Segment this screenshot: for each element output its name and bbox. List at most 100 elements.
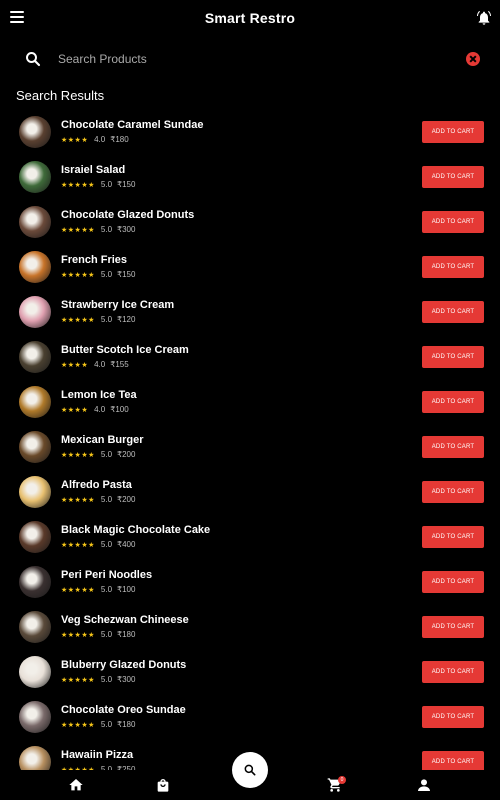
results-list[interactable]: Chocolate Caramel Sundae ★★★★ 4.0 ₹ 180 …: [0, 110, 500, 770]
rating-stars: ★★★★: [61, 136, 89, 144]
product-thumbnail: [19, 251, 51, 283]
search-input[interactable]: [56, 51, 466, 67]
add-to-cart-button[interactable]: ADD TO CART: [422, 436, 484, 458]
rating-stars: ★★★★★: [61, 451, 95, 459]
product-price: 400: [122, 540, 136, 549]
rating-value: 5.0: [100, 225, 113, 234]
product-row[interactable]: Chocolate Oreo Sundae ★★★★★ 5.0 ₹ 180 AD…: [0, 695, 500, 740]
search-fab-button[interactable]: [232, 752, 268, 788]
rating-stars: ★★★★★: [61, 181, 95, 189]
product-price: 120: [122, 315, 136, 324]
add-to-cart-button[interactable]: ADD TO CART: [422, 166, 484, 188]
product-name: Chocolate Oreo Sundae: [61, 704, 186, 716]
product-row[interactable]: Chocolate Caramel Sundae ★★★★ 4.0 ₹ 180 …: [0, 110, 500, 155]
notification-bell-icon[interactable]: [476, 9, 492, 27]
rating-stars: ★★★★★: [61, 676, 95, 684]
rating-value: 4.0: [94, 360, 106, 369]
rating-stars: ★★★★★: [61, 226, 95, 234]
product-price: 150: [122, 270, 136, 279]
cart-badge: 0: [338, 776, 346, 784]
shopping-bag-icon[interactable]: [155, 777, 171, 793]
product-thumbnail: [19, 656, 51, 688]
rating-stars: ★★★★: [61, 361, 89, 369]
add-to-cart-button[interactable]: ADD TO CART: [422, 121, 484, 143]
search-icon: [26, 52, 41, 67]
product-row[interactable]: French Fries ★★★★★ 5.0 ₹ 150 ADD TO CART: [0, 245, 500, 290]
product-row[interactable]: Black Magic Chocolate Cake ★★★★★ 5.0 ₹ 4…: [0, 515, 500, 560]
product-row[interactable]: Peri Peri Noodles ★★★★★ 5.0 ₹ 100 ADD TO…: [0, 560, 500, 605]
add-to-cart-button[interactable]: ADD TO CART: [422, 301, 484, 323]
product-price: 155: [115, 360, 129, 369]
rating-stars: ★★★★★: [61, 271, 95, 279]
product-price: 100: [122, 585, 136, 594]
add-to-cart-button[interactable]: ADD TO CART: [422, 706, 484, 728]
product-name: Chocolate Caramel Sundae: [61, 119, 204, 131]
menu-icon[interactable]: [10, 11, 24, 23]
product-thumbnail: [19, 296, 51, 328]
add-to-cart-button[interactable]: ADD TO CART: [422, 256, 484, 278]
rating-value: 5.0: [100, 180, 113, 189]
product-price: 180: [115, 135, 129, 144]
product-thumbnail: [19, 161, 51, 193]
product-name: Lemon Ice Tea: [61, 389, 137, 401]
home-icon[interactable]: [68, 777, 84, 793]
add-to-cart-button[interactable]: ADD TO CART: [422, 481, 484, 503]
product-name: French Fries: [61, 254, 128, 266]
product-row[interactable]: Veg Schezwan Chineese ★★★★★ 5.0 ₹ 180 AD…: [0, 605, 500, 650]
clear-search-icon[interactable]: [466, 52, 480, 66]
product-row[interactable]: Butter Scotch Ice Cream ★★★★ 4.0 ₹ 155 A…: [0, 335, 500, 380]
product-name: Chocolate Glazed Donuts: [61, 209, 195, 221]
product-name: Veg Schezwan Chineese: [61, 614, 189, 626]
product-thumbnail: [19, 206, 51, 238]
rating-value: 4.0: [94, 405, 106, 414]
add-to-cart-button[interactable]: ADD TO CART: [422, 751, 484, 770]
rating-value: 5.0: [100, 315, 113, 324]
search-icon: [244, 764, 256, 776]
product-price: 300: [122, 675, 136, 684]
add-to-cart-button[interactable]: ADD TO CART: [422, 571, 484, 593]
profile-icon[interactable]: [416, 777, 432, 793]
product-thumbnail: [19, 566, 51, 598]
product-row[interactable]: Chocolate Glazed Donuts ★★★★★ 5.0 ₹ 300 …: [0, 200, 500, 245]
product-row[interactable]: Lemon Ice Tea ★★★★ 4.0 ₹ 100 ADD TO CART: [0, 380, 500, 425]
product-name: Peri Peri Noodles: [61, 569, 153, 581]
add-to-cart-button[interactable]: ADD TO CART: [422, 661, 484, 683]
product-row[interactable]: Mexican Burger ★★★★★ 5.0 ₹ 200 ADD TO CA…: [0, 425, 500, 470]
rating-value: 5.0: [100, 450, 113, 459]
rating-value: 5.0: [100, 585, 113, 594]
app-title: Smart Restro: [204, 10, 296, 26]
product-row[interactable]: Strawberry Ice Cream ★★★★★ 5.0 ₹ 120 ADD…: [0, 290, 500, 335]
product-name: Israiel Salad: [61, 164, 126, 176]
product-row[interactable]: Alfredo Pasta ★★★★★ 5.0 ₹ 200 ADD TO CAR…: [0, 470, 500, 515]
product-row[interactable]: Bluberry Glazed Donuts ★★★★★ 5.0 ₹ 300 A…: [0, 650, 500, 695]
product-thumbnail: [19, 476, 51, 508]
product-thumbnail: [19, 386, 51, 418]
app-bar: Smart Restro: [0, 0, 500, 36]
rating-value: 5.0: [100, 540, 113, 549]
product-price: 180: [122, 720, 136, 729]
product-thumbnail: [19, 431, 51, 463]
rating-stars: ★★★★★: [61, 721, 95, 729]
product-name: Bluberry Glazed Donuts: [61, 659, 187, 671]
product-thumbnail: [19, 701, 51, 733]
product-name: Black Magic Chocolate Cake: [61, 524, 211, 536]
add-to-cart-button[interactable]: ADD TO CART: [422, 526, 484, 548]
search-bar: [16, 44, 486, 74]
rating-value: 4.0: [94, 135, 106, 144]
product-price: 180: [122, 630, 136, 639]
rating-stars: ★★★★★: [61, 496, 95, 504]
add-to-cart-button[interactable]: ADD TO CART: [422, 391, 484, 413]
rating-stars: ★★★★★: [61, 541, 95, 549]
add-to-cart-button[interactable]: ADD TO CART: [422, 616, 484, 638]
product-thumbnail: [19, 746, 51, 770]
product-name: Alfredo Pasta: [61, 479, 132, 491]
product-price: 300: [122, 225, 136, 234]
rating-stars: ★★★★: [61, 406, 89, 414]
add-to-cart-button[interactable]: ADD TO CART: [422, 211, 484, 233]
add-to-cart-button[interactable]: ADD TO CART: [422, 346, 484, 368]
product-row[interactable]: Israiel Salad ★★★★★ 5.0 ₹ 150 ADD TO CAR…: [0, 155, 500, 200]
product-thumbnail: [19, 521, 51, 553]
product-price: 150: [122, 180, 136, 189]
rating-value: 5.0: [100, 720, 113, 729]
product-thumbnail: [19, 116, 51, 148]
